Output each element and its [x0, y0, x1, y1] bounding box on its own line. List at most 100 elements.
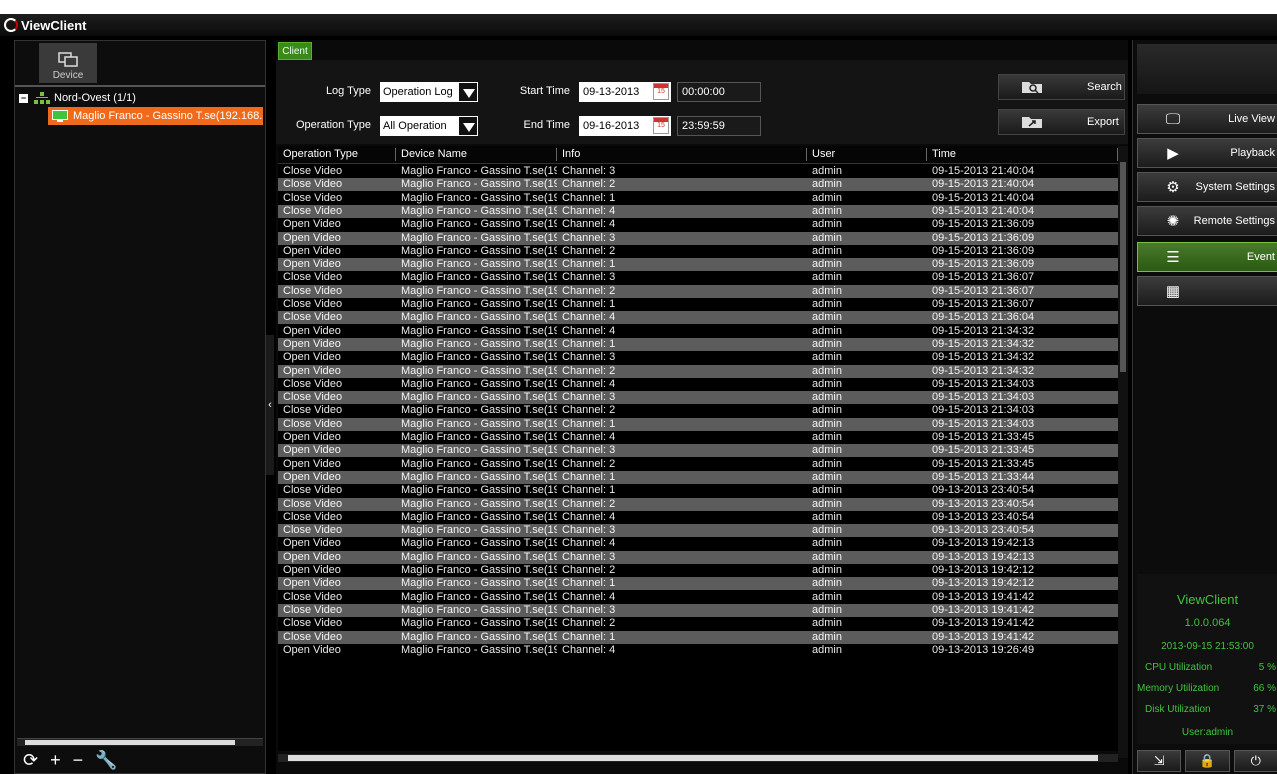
table-horizontal-scrollbar[interactable] — [278, 754, 1118, 762]
column-header[interactable]: Info — [557, 148, 807, 161]
column-header[interactable]: Time — [927, 148, 1118, 161]
table-row[interactable]: Open Video Maglio Franco - Gassino T.se(1… — [278, 431, 1118, 444]
collapse-icon[interactable]: − — [19, 93, 28, 103]
cell-device-name: Maglio Franco - Gassino T.se(19: — [401, 617, 557, 630]
column-header[interactable]: Device Name — [396, 148, 557, 161]
table-row[interactable]: Close Video Maglio Franco - Gassino T.se(… — [278, 271, 1118, 285]
cell-user: admin — [812, 590, 842, 603]
device-tab[interactable]: Device — [39, 43, 97, 83]
operation-type-select[interactable]: All Operation — [380, 116, 478, 136]
chevron-left-icon[interactable]: ‹ — [268, 399, 272, 411]
table-row[interactable]: Close Video Maglio Franco - Gassino T.se(… — [278, 284, 1118, 298]
table-row[interactable]: Close Video Maglio Franco - Gassino T.se(… — [278, 404, 1118, 418]
cell-user: admin — [812, 510, 842, 523]
table-row[interactable]: Open Video Maglio Franco - Gassino T.se(1… — [278, 324, 1118, 338]
lock-icon[interactable]: 🔒 — [1185, 750, 1230, 772]
end-date-field[interactable]: 09-16-2013 15 — [579, 116, 671, 136]
cell-time: 09-15-2013 21:36:09 — [932, 258, 1035, 271]
table-row[interactable]: Open Video Maglio Franco - Gassino T.se(1… — [278, 470, 1118, 484]
tree-group-node[interactable]: − Nord-Ovest (1/1) — [19, 90, 136, 106]
minimize-icon[interactable]: ⇲ — [1137, 750, 1182, 772]
table-row[interactable]: Close Video Maglio Franco - Gassino T.se(… — [278, 590, 1118, 604]
table-row[interactable]: Open Video Maglio Franco - Gassino T.se(1… — [278, 364, 1118, 378]
table-row[interactable]: Close Video Maglio Franco - Gassino T.se(… — [278, 204, 1118, 218]
calendar-icon[interactable]: 15 — [653, 83, 669, 100]
start-time-field[interactable]: 00:00:00 — [677, 82, 761, 102]
table-row[interactable]: Close Video Maglio Franco - Gassino T.se(… — [278, 178, 1118, 192]
cell-time: 09-15-2013 21:36:09 — [932, 231, 1035, 244]
remove-icon[interactable]: − — [73, 750, 84, 771]
power-icon[interactable]: ⏻ — [1233, 750, 1277, 772]
table-row[interactable]: Open Video Maglio Franco - Gassino T.se(1… — [278, 444, 1118, 458]
table-row[interactable]: Close Video Maglio Franco - Gassino T.se(… — [278, 617, 1118, 631]
table-row[interactable]: Open Video Maglio Franco - Gassino T.se(1… — [278, 337, 1118, 351]
operation-type-value: All Operation — [383, 120, 447, 132]
table-row[interactable]: Open Video Maglio Franco - Gassino T.se(1… — [278, 231, 1118, 245]
wrench-icon[interactable]: 🔧 — [95, 750, 117, 771]
cell-device-name: Maglio Franco - Gassino T.se(19: — [401, 377, 557, 390]
table-row[interactable]: Open Video Maglio Franco - Gassino T.se(1… — [278, 258, 1118, 272]
table-row[interactable]: Open Video Maglio Franco - Gassino T.se(1… — [278, 457, 1118, 471]
cell-operation-type: Close Video — [283, 284, 343, 297]
collapse-panel-handle[interactable]: ‹ — [266, 335, 274, 475]
nav-item-layout[interactable]: ▦ — [1137, 276, 1277, 306]
table-row[interactable]: Open Video Maglio Franco - Gassino T.se(1… — [278, 244, 1118, 258]
table-row[interactable]: Close Video Maglio Franco - Gassino T.se(… — [278, 630, 1118, 644]
table-row[interactable]: Open Video Maglio Franco - Gassino T.se(1… — [278, 218, 1118, 232]
refresh-icon[interactable]: ⟳ — [23, 750, 38, 771]
calendar-icon[interactable]: 15 — [653, 117, 669, 134]
nav-item-playback[interactable]: ▶ Playback — [1137, 138, 1277, 168]
add-icon[interactable]: + — [50, 750, 61, 771]
cell-info: Channel: 4 — [562, 204, 616, 217]
table-row[interactable]: Open Video Maglio Franco - Gassino T.se(1… — [278, 537, 1118, 551]
tree-device-node[interactable]: Maglio Franco - Gassino T.se(192.168.2 — [48, 107, 263, 125]
cell-device-name: Maglio Franco - Gassino T.se(19: — [401, 564, 557, 576]
cell-user: admin — [812, 311, 842, 324]
nav-item-live-view[interactable]: 🖵 Live View — [1137, 104, 1277, 134]
table-row[interactable]: Close Video Maglio Franco - Gassino T.se(… — [278, 311, 1118, 325]
cell-user: admin — [812, 417, 842, 430]
table-row[interactable]: Close Video Maglio Franco - Gassino T.se(… — [278, 417, 1118, 431]
table-row[interactable]: Close Video Maglio Franco - Gassino T.se(… — [278, 165, 1118, 178]
cell-info: Channel: 3 — [562, 165, 616, 177]
cell-time: 09-15-2013 21:34:32 — [932, 324, 1035, 337]
nav-item-remote-settings[interactable]: ✺ Remote Settings — [1137, 206, 1277, 236]
table-row[interactable]: Close Video Maglio Franco - Gassino T.se(… — [278, 298, 1118, 311]
table-row[interactable]: Open Video Maglio Franco - Gassino T.se(1… — [278, 550, 1118, 564]
cell-time: 09-15-2013 21:34:32 — [932, 364, 1035, 377]
cell-operation-type: Open Video — [283, 218, 341, 231]
start-date-field[interactable]: 09-13-2013 15 — [579, 82, 671, 102]
table-row[interactable]: Open Video Maglio Franco - Gassino T.se(1… — [278, 643, 1118, 657]
table-row[interactable]: Close Video Maglio Franco - Gassino T.se(… — [278, 603, 1118, 617]
cell-user: admin — [812, 537, 842, 550]
search-button[interactable]: Search — [998, 74, 1125, 100]
end-time-field[interactable]: 23:59:59 — [677, 116, 761, 136]
column-header[interactable]: Operation Type — [278, 148, 396, 161]
cpu-value: 5 % — [1258, 662, 1276, 673]
tab-client[interactable]: Client — [278, 42, 312, 60]
table-row[interactable]: Open Video Maglio Franco - Gassino T.se(1… — [278, 564, 1118, 577]
table-row[interactable]: Close Video Maglio Franco - Gassino T.se(… — [278, 191, 1118, 205]
table-row[interactable]: Close Video Maglio Franco - Gassino T.se(… — [278, 497, 1118, 511]
cell-operation-type: Close Video — [283, 590, 343, 603]
column-header[interactable]: User — [807, 148, 927, 161]
table-row[interactable]: Close Video Maglio Franco - Gassino T.se(… — [278, 391, 1118, 405]
export-button[interactable]: Export — [998, 109, 1125, 135]
table-row[interactable]: Close Video Maglio Franco - Gassino T.se(… — [278, 484, 1118, 498]
table-vertical-scrollbar[interactable] — [1118, 146, 1128, 758]
cell-info: Channel: 4 — [562, 643, 616, 656]
dropdown-arrow-icon[interactable] — [458, 82, 478, 102]
left-horizontal-scrollbar[interactable] — [17, 738, 263, 746]
table-row[interactable]: Close Video Maglio Franco - Gassino T.se(… — [278, 524, 1118, 538]
table-row[interactable]: Open Video Maglio Franco - Gassino T.se(1… — [278, 351, 1118, 365]
table-row[interactable]: Close Video Maglio Franco - Gassino T.se(… — [278, 510, 1118, 524]
title-bar: ViewClient — [0, 14, 1277, 36]
nav-item-event[interactable]: ☰ Event — [1137, 242, 1277, 272]
table-row[interactable]: Close Video Maglio Franco - Gassino T.se(… — [278, 377, 1118, 391]
nav-item-system-settings[interactable]: ⚙ System Settings — [1137, 172, 1277, 202]
cell-device-name: Maglio Franco - Gassino T.se(19: — [401, 603, 557, 616]
cell-device-name: Maglio Franco - Gassino T.se(19: — [401, 284, 557, 297]
log-type-select[interactable]: Operation Log — [380, 82, 478, 102]
dropdown-arrow-icon[interactable] — [458, 116, 478, 136]
table-row[interactable]: Open Video Maglio Franco - Gassino T.se(1… — [278, 577, 1118, 591]
